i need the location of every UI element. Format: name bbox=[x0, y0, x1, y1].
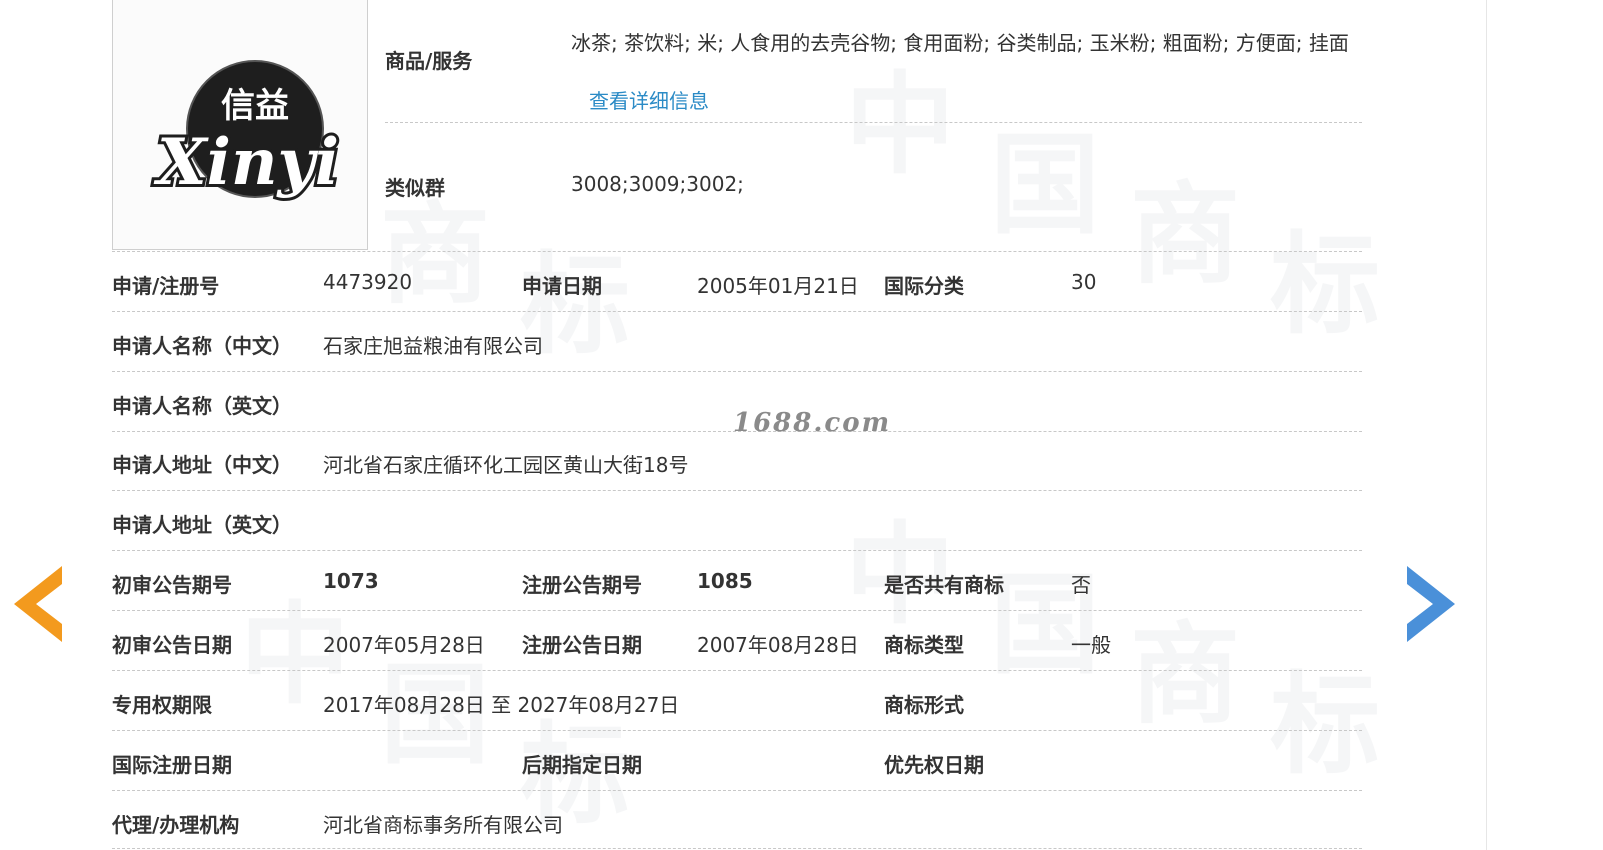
trademark-logo-graphic: 信益 Xinyi bbox=[150, 60, 342, 203]
divider bbox=[112, 550, 1362, 551]
shared-label: 是否共有商标 bbox=[884, 573, 1004, 597]
divider bbox=[112, 311, 1362, 312]
reg-no-value: 4473920 bbox=[323, 270, 413, 294]
watermark-char: 标 bbox=[1270, 660, 1380, 789]
applicant-cn-label: 申请人名称（中文） bbox=[112, 334, 292, 358]
similar-group-label: 类似群 bbox=[385, 176, 445, 200]
address-cn-value: 河北省石家庄循环化工园区黄山大街18号 bbox=[323, 453, 689, 477]
goods-value: 冰茶; 茶饮料; 米; 人食用的去壳谷物; 食用面粉; 谷类制品; 玉米粉; 粗… bbox=[571, 14, 1353, 130]
app-date-label: 申请日期 bbox=[522, 274, 602, 298]
intl-class-value: 30 bbox=[1071, 270, 1097, 294]
prelim-no-value: 1073 bbox=[323, 569, 379, 593]
divider bbox=[112, 610, 1362, 611]
similar-group-value: 3008;3009;3002; bbox=[571, 172, 744, 196]
arrow-right-icon[interactable] bbox=[1405, 566, 1455, 642]
reg-pub-date-label: 注册公告日期 bbox=[522, 633, 642, 657]
app-date-value: 2005年01月21日 bbox=[697, 274, 859, 298]
applicant-en-label: 申请人名称（英文） bbox=[112, 394, 292, 418]
logo-text-cn: 信益 bbox=[221, 86, 289, 126]
prelim-date-value: 2007年05月28日 bbox=[323, 633, 485, 657]
prelim-date-label: 初审公告日期 bbox=[112, 633, 232, 657]
reg-no-label: 申请/注册号 bbox=[112, 274, 220, 298]
agent-value: 河北省商标事务所有限公司 bbox=[323, 813, 563, 837]
reg-pub-date-value: 2007年08月28日 bbox=[697, 633, 859, 657]
intl-reg-date-label: 国际注册日期 bbox=[112, 753, 232, 777]
goods-text: 冰茶; 茶饮料; 米; 人食用的去壳谷物; 食用面粉; 谷类制品; 玉米粉; 粗… bbox=[571, 31, 1349, 55]
trademark-image[interactable]: 信益 Xinyi bbox=[112, 0, 368, 250]
applicant-cn-value: 石家庄旭益粮油有限公司 bbox=[323, 334, 543, 358]
site-watermark: 1688.com bbox=[733, 408, 892, 438]
divider bbox=[112, 251, 1362, 252]
view-details-link[interactable]: 查看详细信息 bbox=[589, 89, 709, 113]
watermark-char: 国 bbox=[990, 120, 1100, 249]
divider bbox=[112, 371, 1362, 372]
divider bbox=[112, 790, 1362, 791]
logo-text-en: Xinyi bbox=[153, 125, 339, 200]
watermark-char: 标 bbox=[1270, 220, 1380, 349]
divider bbox=[112, 490, 1362, 491]
priority-date-label: 优先权日期 bbox=[884, 753, 984, 777]
prelim-no-label: 初审公告期号 bbox=[112, 573, 232, 597]
panel-border bbox=[1486, 0, 1487, 850]
arrow-left-icon[interactable] bbox=[14, 566, 64, 642]
divider bbox=[385, 122, 1362, 123]
goods-label: 商品/服务 bbox=[385, 49, 473, 73]
exclusive-label: 专用权期限 bbox=[112, 693, 212, 717]
reg-pub-no-label: 注册公告期号 bbox=[522, 573, 642, 597]
watermark-char: 商 bbox=[1130, 170, 1240, 299]
intl-class-label: 国际分类 bbox=[884, 274, 964, 298]
divider bbox=[112, 730, 1362, 731]
shared-value: 否 bbox=[1071, 573, 1091, 597]
tm-type-label: 商标类型 bbox=[884, 633, 964, 657]
tm-type-value: 一般 bbox=[1071, 633, 1111, 657]
agent-label: 代理/办理机构 bbox=[112, 813, 240, 837]
divider bbox=[112, 670, 1362, 671]
address-en-label: 申请人地址（英文） bbox=[112, 513, 292, 537]
divider bbox=[112, 848, 1362, 849]
exclusive-value: 2017年08月28日 至 2027年08月27日 bbox=[323, 693, 680, 717]
address-cn-label: 申请人地址（中文） bbox=[112, 453, 292, 477]
tm-form-label: 商标形式 bbox=[884, 693, 964, 717]
watermark-char: 商 bbox=[1130, 610, 1240, 739]
later-date-label: 后期指定日期 bbox=[522, 753, 642, 777]
reg-pub-no-value: 1085 bbox=[697, 569, 753, 593]
